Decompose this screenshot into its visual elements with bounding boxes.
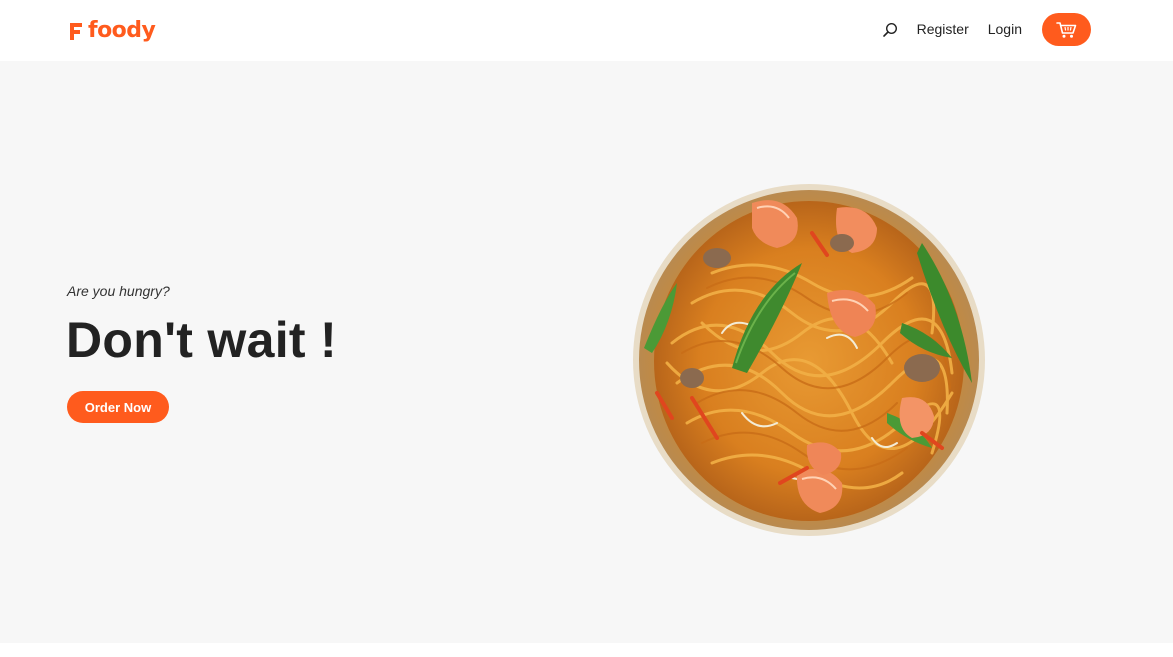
search-icon — [882, 22, 897, 37]
register-link[interactable]: Register — [917, 13, 969, 46]
logo-icon — [70, 23, 82, 40]
site-header: foody Register Login — [0, 0, 1173, 61]
brand-name: foody — [88, 18, 156, 43]
hero-title: Don't wait ! — [66, 312, 338, 368]
cart-icon — [1055, 21, 1076, 38]
hero-subtitle: Are you hungry? — [67, 283, 170, 299]
brand-logo[interactable]: foody — [68, 17, 156, 45]
noodle-dish-image — [633, 184, 985, 536]
header-nav: Register Login — [881, 13, 1091, 46]
login-link[interactable]: Login — [988, 13, 1022, 46]
page: foody Register Login Are you hungry? Don… — [0, 0, 1173, 657]
search-button[interactable] — [881, 21, 899, 39]
order-now-button[interactable]: Order Now — [67, 391, 169, 423]
cart-button[interactable] — [1042, 13, 1091, 46]
hero-section: Are you hungry? Don't wait ! Order Now — [0, 61, 1173, 643]
